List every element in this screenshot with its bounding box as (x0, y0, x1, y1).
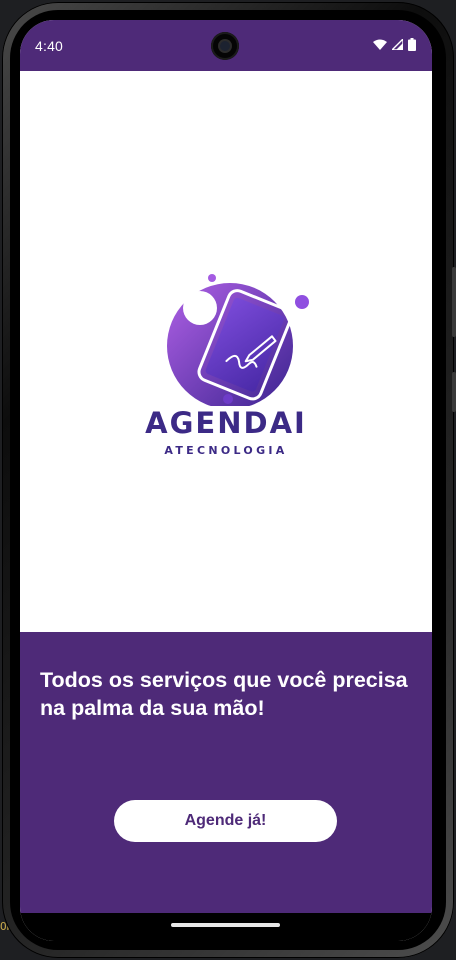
front-camera (211, 32, 239, 60)
hero-section: AGENDAI ATECNOLOGIA (20, 71, 432, 632)
home-indicator[interactable] (171, 923, 280, 927)
signal-icon (392, 39, 403, 50)
wifi-icon (373, 39, 387, 50)
brand-name: AGENDAI (145, 406, 307, 440)
volume-button[interactable] (452, 267, 456, 337)
agendai-logo-icon (167, 274, 309, 406)
status-icons (373, 38, 416, 51)
onboarding-headline: Todos os serviços que você precisa na pa… (40, 668, 408, 720)
status-bar: 4:40 (20, 20, 432, 71)
schedule-now-button[interactable]: Agende já! (114, 800, 337, 842)
navigation-bar (20, 913, 432, 941)
battery-icon (408, 38, 416, 51)
onboarding-panel: Todos os serviços que você precisa na pa… (20, 632, 432, 913)
brand-tagline: ATECNOLOGIA (164, 444, 288, 457)
power-button[interactable] (452, 372, 456, 412)
status-time: 4:40 (35, 38, 64, 54)
app-screen: 4:40 AGENDAI ATECNOLOGIA Todos os serviç… (20, 20, 432, 941)
